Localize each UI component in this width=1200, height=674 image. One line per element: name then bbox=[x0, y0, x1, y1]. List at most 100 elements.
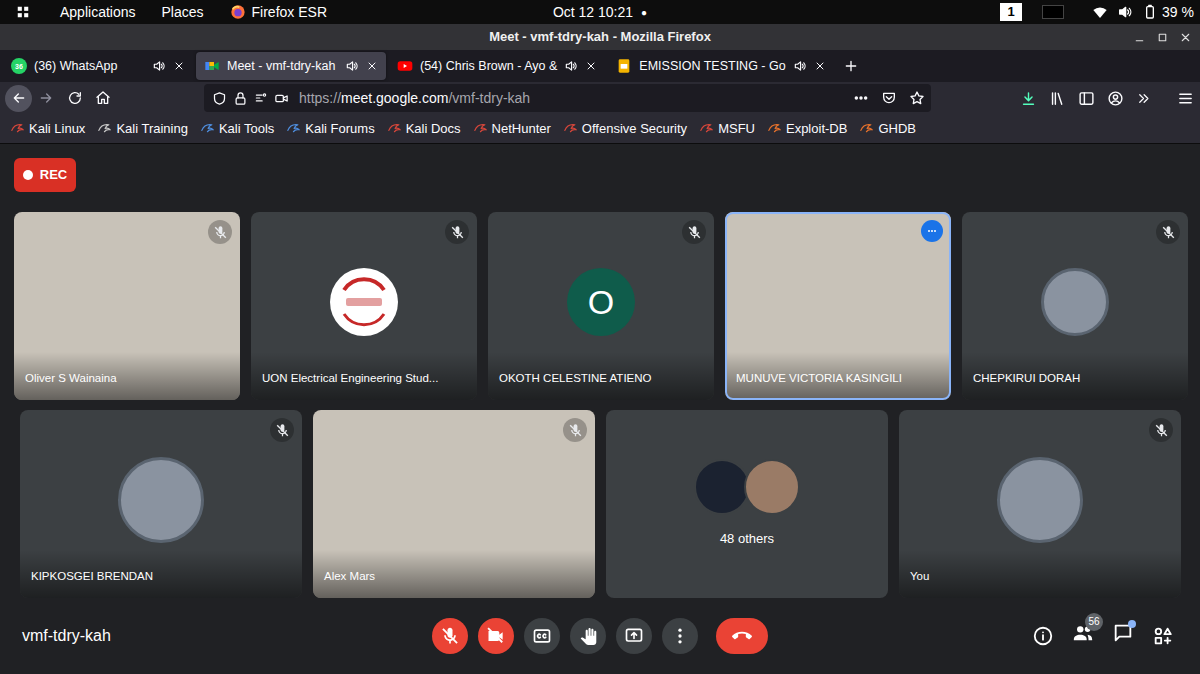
volume-icon[interactable] bbox=[1117, 4, 1133, 20]
recording-label: REC bbox=[40, 165, 67, 185]
lock-icon[interactable] bbox=[233, 91, 248, 106]
bookmark-item[interactable]: Offensive Security bbox=[563, 119, 687, 139]
firefox-icon[interactable] bbox=[230, 4, 246, 20]
bookmark-item[interactable]: Kali Training bbox=[97, 119, 188, 139]
maximize-icon[interactable] bbox=[1156, 31, 1169, 44]
bookmark-label[interactable]: Kali Training bbox=[116, 119, 188, 139]
participant-tile[interactable]: KIPKOSGEI BRENDAN bbox=[20, 410, 302, 598]
bookmark-item[interactable]: GHDB bbox=[859, 119, 916, 139]
speaker-icon[interactable] bbox=[793, 59, 807, 73]
back-icon[interactable] bbox=[5, 85, 32, 112]
camera-button[interactable] bbox=[478, 618, 514, 654]
clock[interactable]: Oct 12 10:21● bbox=[553, 2, 647, 23]
tray-box[interactable] bbox=[1042, 5, 1064, 19]
tab-label[interactable]: EMISSION TESTING - Go bbox=[639, 57, 785, 76]
grid-icon[interactable] bbox=[16, 5, 30, 19]
menu-icon[interactable] bbox=[1177, 90, 1194, 107]
leave-button[interactable] bbox=[716, 618, 768, 654]
shield-icon[interactable] bbox=[212, 91, 227, 106]
participant-tile[interactable]: OOKOTH CELESTINE ATIENO bbox=[488, 212, 714, 400]
close-tab-icon[interactable] bbox=[585, 60, 597, 72]
speaker-icon[interactable] bbox=[345, 59, 359, 73]
desktop: Applications Places Firefox ESR Oct 12 10:2… bbox=[0, 0, 1200, 674]
account-icon[interactable] bbox=[1107, 90, 1124, 107]
bookmark-label[interactable]: Exploit-DB bbox=[786, 119, 847, 139]
browser-tab[interactable]: EMISSION TESTING - Go bbox=[608, 52, 833, 80]
download-icon[interactable] bbox=[1020, 90, 1037, 107]
clock-text[interactable]: Oct 12 10:21 bbox=[553, 2, 633, 23]
url-text[interactable]: https://meet.google.com/vmf-tdry-kah bbox=[299, 88, 847, 109]
permissions-icon[interactable] bbox=[254, 91, 268, 105]
participant-tile[interactable]: You bbox=[899, 410, 1181, 598]
speaker-icon[interactable] bbox=[564, 59, 578, 73]
bookmark-label[interactable]: NetHunter bbox=[492, 119, 551, 139]
present-button[interactable] bbox=[616, 618, 652, 654]
bookmark-item[interactable]: Kali Linux bbox=[10, 119, 85, 139]
participant-tile[interactable]: UON Electrical Engineering Stud... bbox=[251, 212, 477, 400]
app-menu[interactable]: Firefox ESR bbox=[252, 2, 327, 23]
home-icon[interactable] bbox=[89, 85, 116, 112]
bookmark-star-icon[interactable] bbox=[909, 90, 925, 106]
workspace-indicator[interactable]: 1 bbox=[1000, 3, 1022, 21]
bookmark-label[interactable]: GHDB bbox=[878, 119, 916, 139]
participant-tile[interactable]: CHEPKIRUI DORAH bbox=[962, 212, 1188, 400]
more-button[interactable] bbox=[662, 618, 698, 654]
meet-icon bbox=[204, 58, 220, 74]
overflow-icon[interactable] bbox=[1136, 91, 1151, 106]
applications-menu[interactable]: Applications bbox=[60, 2, 136, 23]
tab-label[interactable]: Meet - vmf-tdry-kah bbox=[227, 57, 338, 76]
others-label[interactable]: 48 others bbox=[720, 529, 774, 549]
camera-permission-icon[interactable] bbox=[274, 91, 289, 106]
speaker-icon[interactable] bbox=[152, 59, 166, 73]
people-button[interactable]: 56 bbox=[1072, 622, 1094, 651]
participant-tile[interactable]: MUNUVE VICTORIA KASINGILI bbox=[725, 212, 951, 400]
reload-icon[interactable] bbox=[61, 85, 88, 112]
sidebar-icon[interactable] bbox=[1078, 90, 1095, 107]
bookmark-label[interactable]: Kali Forums bbox=[305, 119, 374, 139]
page-actions-icon[interactable] bbox=[853, 90, 869, 106]
browser-tab[interactable]: (54) Chris Brown - Ayo & bbox=[389, 52, 605, 80]
info-icon[interactable] bbox=[1032, 625, 1054, 647]
library-icon[interactable] bbox=[1049, 90, 1066, 107]
participant-tile[interactable]: Oliver S Wainaina bbox=[14, 212, 240, 400]
new-tab-icon[interactable] bbox=[843, 58, 859, 74]
participant-tile[interactable]: Alex Mars bbox=[313, 410, 595, 598]
places-menu[interactable]: Places bbox=[162, 2, 204, 23]
close-tab-icon[interactable] bbox=[366, 60, 378, 72]
close-tab-icon[interactable] bbox=[173, 60, 185, 72]
bookmark-label[interactable]: Kali Docs bbox=[406, 119, 461, 139]
pocket-icon[interactable] bbox=[881, 90, 897, 106]
bookmark-item[interactable]: Kali Tools bbox=[200, 119, 274, 139]
forward-icon[interactable] bbox=[32, 85, 59, 112]
browser-tab[interactable]: 36(36) WhatsApp bbox=[3, 52, 193, 80]
bookmark-item[interactable]: Kali Forums bbox=[286, 119, 374, 139]
speaker-highlight bbox=[251, 212, 477, 400]
minimize-icon[interactable] bbox=[1133, 31, 1146, 44]
close-tab-icon[interactable] bbox=[814, 60, 826, 72]
browser-tab[interactable]: Meet - vmf-tdry-kah bbox=[196, 52, 386, 80]
close-window-icon[interactable] bbox=[1179, 31, 1192, 44]
avatar-letter: O bbox=[588, 277, 614, 328]
mic-off-icon bbox=[682, 220, 706, 244]
participant-name: MUNUVE VICTORIA KASINGILI bbox=[736, 370, 902, 387]
bookmark-label[interactable]: MSFU bbox=[718, 119, 755, 139]
tab-label[interactable]: (54) Chris Brown - Ayo & bbox=[420, 57, 557, 76]
battery-icon[interactable] bbox=[1142, 4, 1158, 20]
captions-button[interactable] bbox=[524, 618, 560, 654]
bookmark-item[interactable]: MSFU bbox=[699, 119, 755, 139]
mic-button[interactable] bbox=[432, 618, 468, 654]
bookmark-label[interactable]: Kali Tools bbox=[219, 119, 274, 139]
bookmark-label[interactable]: Kali Linux bbox=[29, 119, 85, 139]
captions-icon bbox=[532, 626, 552, 646]
address-bar[interactable]: https://meet.google.com/vmf-tdry-kah bbox=[204, 84, 931, 112]
hand-button[interactable] bbox=[570, 618, 606, 654]
bookmark-item[interactable]: Kali Docs bbox=[387, 119, 461, 139]
bookmark-label[interactable]: Offensive Security bbox=[582, 119, 687, 139]
bookmark-item[interactable]: Exploit-DB bbox=[767, 119, 847, 139]
activities-icon[interactable] bbox=[1152, 625, 1174, 647]
participant-tile[interactable]: 48 others bbox=[606, 410, 888, 598]
tab-label[interactable]: (36) WhatsApp bbox=[34, 57, 145, 76]
wifi-icon[interactable] bbox=[1092, 4, 1108, 20]
chat-button[interactable] bbox=[1112, 622, 1134, 651]
bookmark-item[interactable]: NetHunter bbox=[473, 119, 551, 139]
